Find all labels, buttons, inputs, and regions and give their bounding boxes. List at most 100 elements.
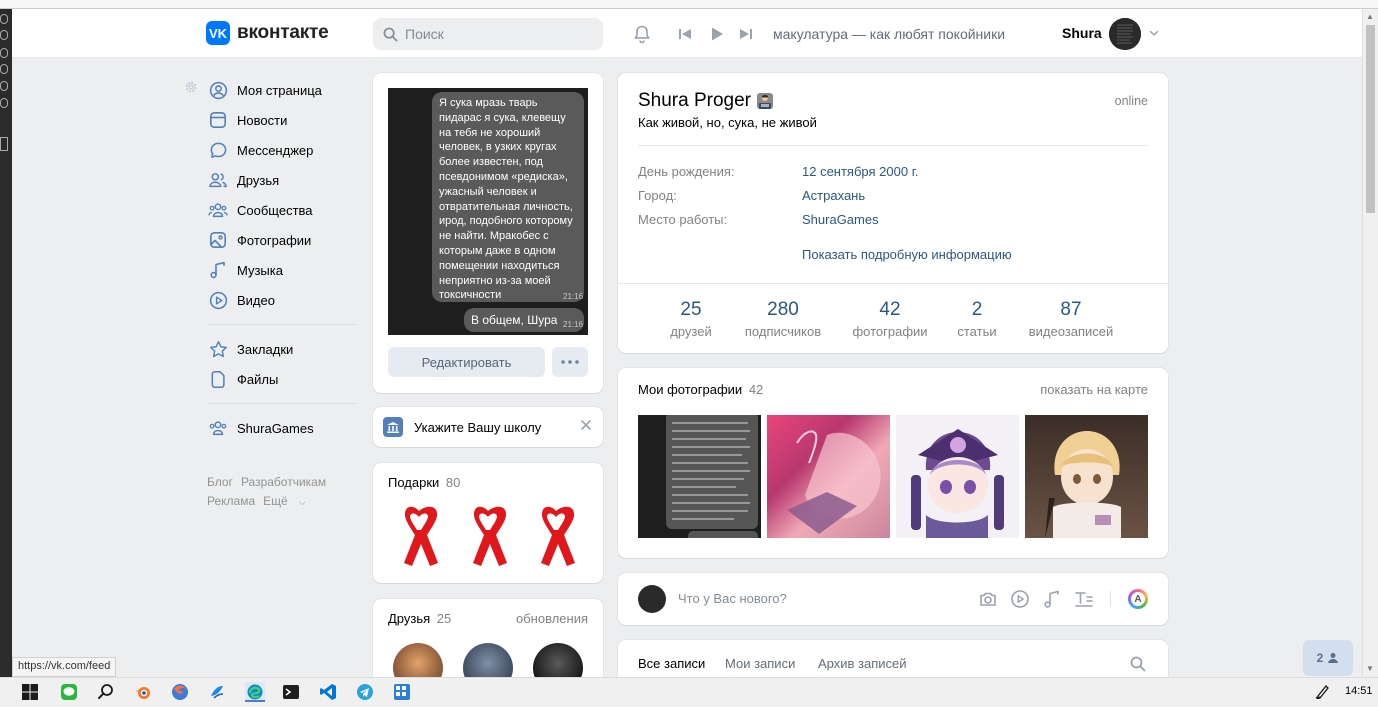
side-panel-icon[interactable] bbox=[0, 137, 8, 151]
nav-item-communities[interactable]: Сообщества bbox=[183, 195, 358, 225]
nav-item-files[interactable]: Файлы bbox=[183, 364, 358, 394]
show-on-map-link[interactable]: показать на карте bbox=[1040, 382, 1148, 397]
nav-item-label: Друзья bbox=[237, 172, 280, 188]
vscode-icon[interactable] bbox=[319, 683, 337, 701]
nav-divider bbox=[208, 324, 358, 325]
photo-thumbnail[interactable] bbox=[1025, 415, 1148, 538]
calculator-app-icon[interactable] bbox=[393, 683, 411, 701]
footer-link-more[interactable]: Ещё ⌵ bbox=[263, 494, 314, 508]
counter-friends[interactable]: 25 друзей bbox=[666, 299, 716, 339]
gifts-header[interactable]: Подарки 80 bbox=[388, 475, 460, 490]
footer-link-developers[interactable]: Разработчикам bbox=[241, 475, 326, 489]
side-panel-icon[interactable] bbox=[0, 48, 8, 58]
photos-header[interactable]: Мои фотографии 42 bbox=[638, 382, 763, 397]
tab-my-posts[interactable]: Мои записи bbox=[725, 656, 795, 671]
line-app-icon[interactable] bbox=[60, 683, 78, 701]
article-icon[interactable] bbox=[1074, 589, 1094, 612]
search-icon[interactable] bbox=[1130, 656, 1146, 675]
info-value-birthday[interactable]: 12 сентября 2000 г. bbox=[802, 164, 918, 179]
profile-status-text[interactable]: Как живой, но, сука, не живой bbox=[638, 115, 817, 130]
technologist-emoji-icon bbox=[757, 93, 774, 109]
search-box[interactable] bbox=[373, 18, 603, 50]
scrollbar-thumb[interactable] bbox=[1366, 25, 1375, 213]
new-post-input[interactable]: Что у Вас нового? bbox=[678, 591, 787, 606]
more-actions-button[interactable] bbox=[552, 347, 588, 377]
nav-item-my-page[interactable]: Моя страница bbox=[183, 75, 358, 105]
info-value-city[interactable]: Астрахань bbox=[802, 188, 865, 203]
school-prompt-block[interactable]: Укажите Вашу школу bbox=[373, 407, 603, 447]
counter-articles[interactable]: 2 статьи bbox=[952, 299, 1002, 339]
header-username[interactable]: Shura bbox=[1062, 25, 1102, 41]
play-icon[interactable] bbox=[708, 24, 726, 44]
counter-photos[interactable]: 42 фотографии bbox=[846, 299, 934, 339]
gift-item[interactable] bbox=[537, 503, 575, 571]
firefox-icon[interactable] bbox=[171, 683, 189, 701]
nav-item-messenger[interactable]: Мессенджер bbox=[183, 135, 358, 165]
nav-item-label: Файлы bbox=[237, 371, 279, 387]
group-icon bbox=[208, 418, 228, 438]
scroll-up-icon[interactable]: ▲ bbox=[1365, 12, 1375, 22]
nav-item-group-shuragames[interactable]: ShuraGames bbox=[183, 413, 358, 443]
gift-item[interactable] bbox=[469, 503, 507, 571]
nav-item-photos[interactable]: Фотографии bbox=[183, 225, 358, 255]
nav-item-music[interactable]: Музыка bbox=[183, 255, 358, 285]
friends-updates-link[interactable]: обновления bbox=[516, 611, 588, 626]
photo-thumbnail[interactable] bbox=[896, 415, 1019, 538]
now-playing-track[interactable]: макулатура — как любят покойники bbox=[773, 26, 1005, 42]
edit-profile-button[interactable]: Редактировать bbox=[388, 347, 545, 377]
chevron-down-icon[interactable] bbox=[1148, 27, 1160, 42]
side-panel-icon[interactable] bbox=[0, 98, 8, 108]
red-ribbon-icon bbox=[541, 506, 575, 566]
terminal-icon[interactable] bbox=[282, 683, 300, 701]
vk-logo-icon: VK bbox=[206, 21, 230, 45]
pen-tray-icon[interactable] bbox=[1315, 683, 1333, 701]
windows-start-icon[interactable] bbox=[21, 683, 39, 701]
taskbar-clock[interactable]: 14:51 bbox=[1345, 685, 1373, 697]
chat-notification-button[interactable]: 2 bbox=[1303, 640, 1353, 676]
info-value-work[interactable]: ShuraGames bbox=[802, 212, 879, 227]
side-panel-icon[interactable] bbox=[0, 14, 8, 24]
profile-photo[interactable]: Я сука мразь тварь пидарас я сука, клеве… bbox=[388, 88, 588, 335]
photo-thumbnail[interactable] bbox=[638, 415, 761, 538]
nav-item-bookmarks[interactable]: Закладки bbox=[183, 334, 358, 364]
gift-item[interactable] bbox=[400, 503, 438, 571]
counter-videos[interactable]: 87 видеозаписей bbox=[1023, 299, 1119, 339]
chat-count: 2 bbox=[1316, 651, 1324, 665]
music-icon[interactable] bbox=[1042, 589, 1062, 612]
nav-item-news[interactable]: Новости bbox=[183, 105, 358, 135]
next-track-icon[interactable] bbox=[738, 24, 754, 44]
side-panel-icon[interactable] bbox=[0, 30, 8, 40]
tab-all-posts[interactable]: Все записи bbox=[638, 656, 705, 671]
tab-archive[interactable]: Архив записей bbox=[818, 656, 907, 671]
footer-link-blog[interactable]: Блог bbox=[207, 475, 233, 489]
search-icon[interactable] bbox=[97, 683, 115, 701]
close-icon[interactable] bbox=[580, 419, 592, 434]
counter-followers[interactable]: 280 подписчиков bbox=[738, 299, 828, 339]
side-panel-icon[interactable] bbox=[0, 64, 8, 74]
scroll-down-icon[interactable]: ▼ bbox=[1365, 664, 1375, 674]
previous-track-icon[interactable] bbox=[677, 24, 693, 44]
video-icon[interactable] bbox=[1010, 589, 1030, 612]
footer-link-ads[interactable]: Реклама bbox=[207, 494, 255, 508]
vk-logo[interactable]: VK вконтакте bbox=[206, 21, 329, 45]
notifications-bell-icon[interactable] bbox=[631, 24, 653, 44]
nav-item-friends[interactable]: Друзья bbox=[183, 165, 358, 195]
vk-apps-icon[interactable]: A bbox=[1128, 589, 1148, 609]
camera-icon[interactable] bbox=[978, 589, 998, 612]
edge-browser-icon[interactable] bbox=[245, 682, 265, 702]
header-avatar[interactable] bbox=[1109, 18, 1141, 50]
telegram-icon[interactable] bbox=[356, 683, 374, 701]
show-more-info-link[interactable]: Показать подробную информацию bbox=[802, 247, 1012, 262]
blender-icon[interactable] bbox=[134, 683, 152, 701]
info-label-city: Город: bbox=[638, 188, 677, 203]
friends-header[interactable]: Друзья 25 bbox=[388, 611, 451, 626]
app-blue-icon[interactable] bbox=[208, 683, 226, 701]
info-label-work: Место работы: bbox=[638, 212, 728, 227]
search-icon bbox=[383, 27, 398, 41]
photo-thumbnail[interactable] bbox=[767, 415, 890, 538]
search-input[interactable] bbox=[405, 26, 585, 42]
red-ribbon-icon bbox=[473, 506, 507, 566]
nav-item-video[interactable]: Видео bbox=[183, 285, 358, 315]
side-panel-icon[interactable] bbox=[0, 81, 8, 91]
online-status: online bbox=[1114, 94, 1148, 108]
